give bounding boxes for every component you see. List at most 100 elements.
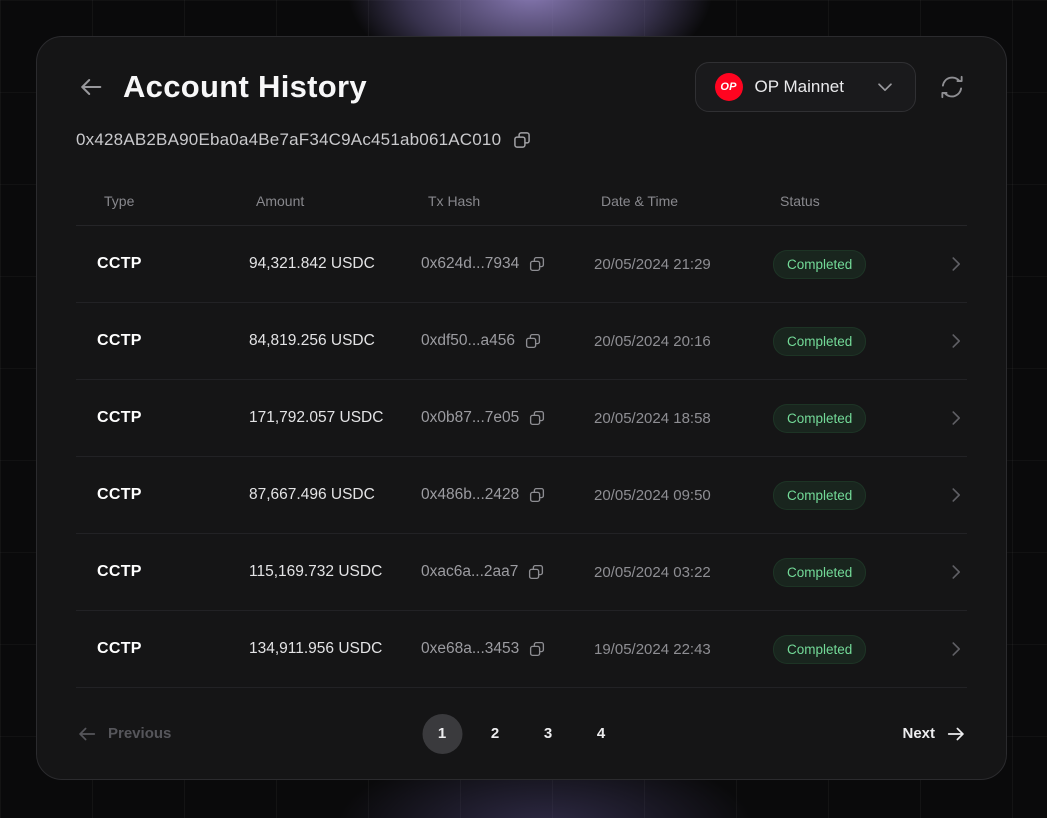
- cell-datetime: 20/05/2024 21:29: [594, 256, 773, 273]
- cell-amount: 134,911.956 USDC: [249, 640, 421, 658]
- previous-page-button[interactable]: Previous: [76, 723, 171, 745]
- previous-label: Previous: [108, 725, 171, 742]
- network-select[interactable]: OP OP Mainnet: [695, 62, 916, 112]
- pagination-pages: 1234: [422, 714, 621, 754]
- cell-status: Completed: [773, 635, 931, 664]
- wallet-address-row: 0x428AB2BA90Eba0a4Be7aF34C9Ac451ab061AC0…: [76, 127, 967, 153]
- cell-tx-hash: 0x0b87...7e05: [421, 409, 594, 427]
- copy-icon: [528, 640, 546, 658]
- cell-status: Completed: [773, 250, 931, 279]
- arrow-left-icon: [76, 723, 98, 745]
- cell-amount: 84,819.256 USDC: [249, 332, 421, 350]
- page-button-1[interactable]: 1: [422, 714, 462, 754]
- status-badge: Completed: [773, 558, 866, 587]
- back-button[interactable]: [76, 72, 106, 102]
- copy-tx-hash-button[interactable]: [528, 486, 546, 504]
- copy-tx-hash-button[interactable]: [528, 409, 546, 427]
- cell-datetime: 20/05/2024 18:58: [594, 410, 773, 427]
- cell-status: Completed: [773, 558, 931, 587]
- row-detail-chevron[interactable]: [931, 638, 967, 660]
- cell-type: CCTP: [97, 486, 249, 504]
- transactions-table: TypeAmountTx HashDate & TimeStatus CCTP …: [76, 153, 967, 688]
- cell-tx-hash: 0x486b...2428: [421, 486, 594, 504]
- status-badge: Completed: [773, 404, 866, 433]
- cell-datetime: 20/05/2024 09:50: [594, 487, 773, 504]
- copy-icon: [528, 409, 546, 427]
- chevron-right-icon: [945, 253, 967, 275]
- cell-amount: 87,667.496 USDC: [249, 486, 421, 504]
- chevron-right-icon: [945, 407, 967, 429]
- cell-amount: 115,169.732 USDC: [249, 563, 421, 581]
- table-row[interactable]: CCTP 94,321.842 USDC 0x624d...7934 20/05…: [76, 226, 967, 303]
- cell-tx-hash: 0xdf50...a456: [421, 332, 594, 350]
- cell-type: CCTP: [97, 255, 249, 273]
- status-badge: Completed: [773, 481, 866, 510]
- chevron-right-icon: [945, 561, 967, 583]
- next-label: Next: [902, 725, 935, 742]
- column-header-amount: Amount: [256, 193, 428, 209]
- copy-tx-hash-button[interactable]: [528, 255, 546, 273]
- tx-hash-text: 0x0b87...7e05: [421, 409, 519, 427]
- status-badge: Completed: [773, 635, 866, 664]
- card-header: Account History OP OP Mainnet: [76, 61, 967, 113]
- page-title: Account History: [123, 69, 367, 105]
- copy-icon: [524, 332, 542, 350]
- cell-amount: 94,321.842 USDC: [249, 255, 421, 273]
- chevron-right-icon: [945, 484, 967, 506]
- account-history-card: Account History OP OP Mainnet 0x4: [36, 36, 1007, 780]
- cell-type: CCTP: [97, 409, 249, 427]
- column-header-status: Status: [780, 193, 931, 209]
- table-row[interactable]: CCTP 171,792.057 USDC 0x0b87...7e05 20/0…: [76, 380, 967, 457]
- cell-amount: 171,792.057 USDC: [249, 409, 421, 427]
- status-badge: Completed: [773, 327, 866, 356]
- page-button-3[interactable]: 3: [528, 714, 568, 754]
- cell-status: Completed: [773, 404, 931, 433]
- row-detail-chevron[interactable]: [931, 407, 967, 429]
- copy-tx-hash-button[interactable]: [528, 640, 546, 658]
- copy-icon: [528, 255, 546, 273]
- cell-status: Completed: [773, 327, 931, 356]
- arrow-right-icon: [945, 723, 967, 745]
- copy-address-button[interactable]: [511, 129, 533, 151]
- table-row[interactable]: CCTP 134,911.956 USDC 0xe68a...3453 19/0…: [76, 611, 967, 688]
- column-header-tx-hash: Tx Hash: [428, 193, 601, 209]
- cell-datetime: 20/05/2024 20:16: [594, 333, 773, 350]
- column-header-type: Type: [104, 193, 256, 209]
- table-header-row: TypeAmountTx HashDate & TimeStatus: [76, 177, 967, 226]
- table-body: CCTP 94,321.842 USDC 0x624d...7934 20/05…: [76, 226, 967, 688]
- pagination: Previous 1234 Next: [76, 688, 967, 779]
- table-row[interactable]: CCTP 87,667.496 USDC 0x486b...2428 20/05…: [76, 457, 967, 534]
- cell-tx-hash: 0x624d...7934: [421, 255, 594, 273]
- table-row[interactable]: CCTP 84,819.256 USDC 0xdf50...a456 20/05…: [76, 303, 967, 380]
- cell-datetime: 19/05/2024 22:43: [594, 641, 773, 658]
- copy-icon: [512, 130, 532, 150]
- copy-tx-hash-button[interactable]: [524, 332, 542, 350]
- next-page-button[interactable]: Next: [902, 723, 967, 745]
- copy-tx-hash-button[interactable]: [527, 563, 545, 581]
- copy-icon: [528, 486, 546, 504]
- cell-type: CCTP: [97, 563, 249, 581]
- back-arrow-icon: [77, 73, 105, 101]
- tx-hash-text: 0x624d...7934: [421, 255, 519, 273]
- copy-icon: [527, 563, 545, 581]
- row-detail-chevron[interactable]: [931, 484, 967, 506]
- tx-hash-text: 0xdf50...a456: [421, 332, 515, 350]
- cell-tx-hash: 0xe68a...3453: [421, 640, 594, 658]
- chevron-down-icon: [874, 76, 896, 98]
- refresh-button[interactable]: [937, 72, 967, 102]
- cell-type: CCTP: [97, 332, 249, 350]
- cell-datetime: 20/05/2024 03:22: [594, 564, 773, 581]
- page-button-4[interactable]: 4: [581, 714, 621, 754]
- row-detail-chevron[interactable]: [931, 253, 967, 275]
- chevron-right-icon: [945, 330, 967, 352]
- row-detail-chevron[interactable]: [931, 330, 967, 352]
- chevron-right-icon: [945, 638, 967, 660]
- row-detail-chevron[interactable]: [931, 561, 967, 583]
- wallet-address: 0x428AB2BA90Eba0a4Be7aF34C9Ac451ab061AC0…: [76, 130, 501, 150]
- tx-hash-text: 0x486b...2428: [421, 486, 519, 504]
- table-row[interactable]: CCTP 115,169.732 USDC 0xac6a...2aa7 20/0…: [76, 534, 967, 611]
- tx-hash-text: 0xac6a...2aa7: [421, 563, 518, 581]
- page-button-2[interactable]: 2: [475, 714, 515, 754]
- cell-tx-hash: 0xac6a...2aa7: [421, 563, 594, 581]
- column-header-date-time: Date & Time: [601, 193, 780, 209]
